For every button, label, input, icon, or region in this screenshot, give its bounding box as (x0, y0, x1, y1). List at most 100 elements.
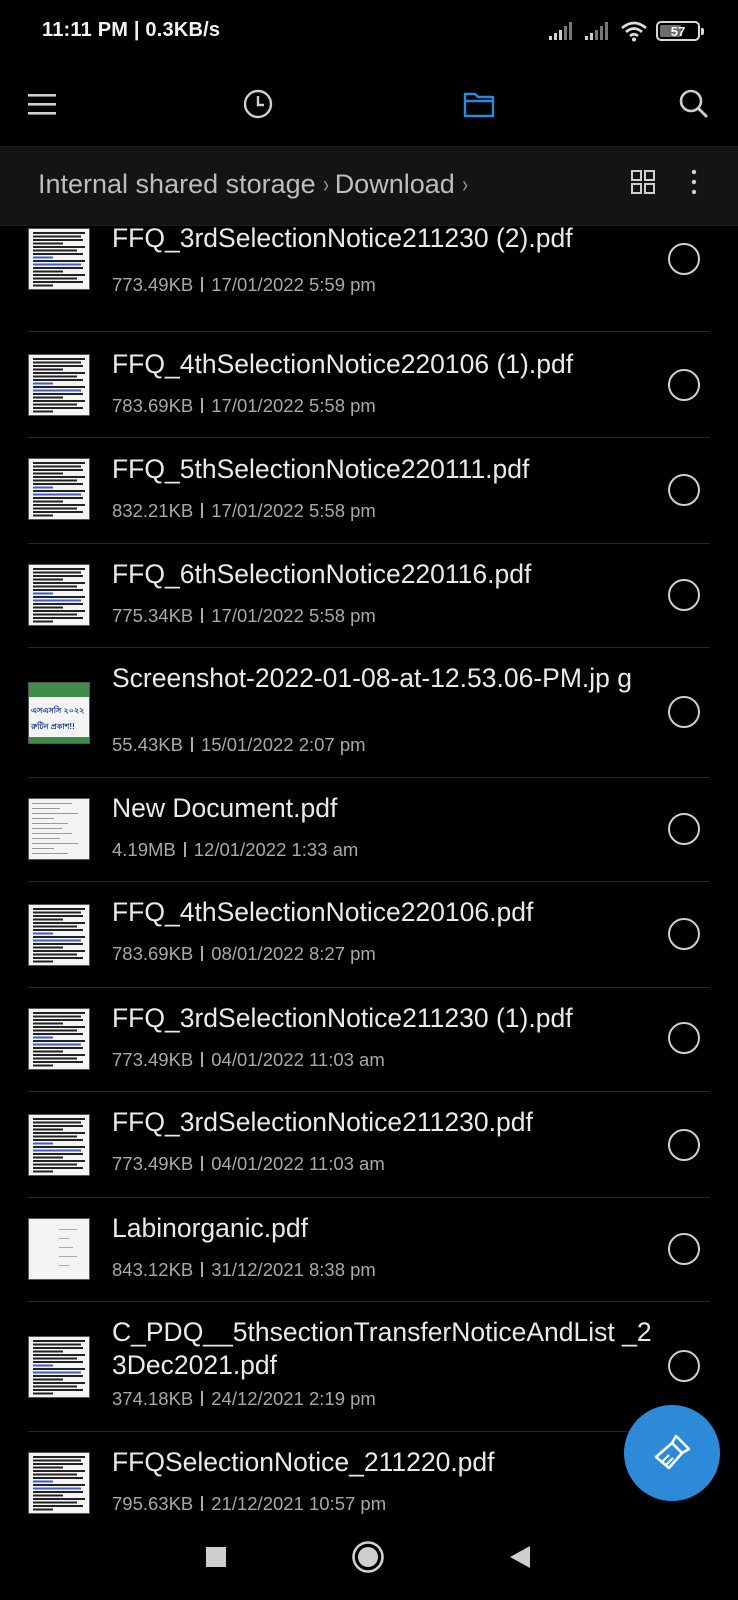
list-item[interactable]: FFQ_4thSelectionNotice220106.pdf 783.69K… (0, 882, 738, 988)
grid-view-icon[interactable] (630, 169, 656, 195)
thumbnail-line (33, 1484, 85, 1486)
thumbnail-line (33, 389, 81, 392)
list-item[interactable]: FFQ_5thSelectionNotice220111.pdf 832.21K… (0, 438, 738, 544)
file-name: C_PDQ__5thsectionTransferNoticeAndList _… (112, 1317, 652, 1380)
select-radio[interactable] (668, 1233, 700, 1265)
thumbnail-line (32, 803, 72, 804)
list-item[interactable]: FFQ_3rdSelectionNotice211230.pdf 773.49K… (0, 1092, 738, 1198)
folder-icon[interactable] (455, 80, 503, 128)
thumbnail-line (33, 281, 83, 283)
file-date: 04/01/2022 11:03 am (211, 1049, 385, 1070)
thumbnail-line (33, 1505, 83, 1507)
pdf-thumbnail (28, 904, 90, 966)
list-item[interactable]: FFQ_3rdSelectionNotice211230 (2).pdf 773… (0, 226, 738, 332)
select-radio[interactable] (668, 1350, 700, 1382)
thumbnail-line (33, 1146, 85, 1148)
thumbnail-line (32, 808, 60, 809)
more-vert-icon[interactable] (690, 169, 698, 195)
select-radio[interactable] (668, 243, 700, 275)
select-radio[interactable] (668, 813, 700, 845)
file-date: 17/01/2022 5:58 pm (211, 500, 376, 521)
battery-icon: 57 (656, 21, 704, 41)
list-item[interactable]: New Document.pdf 4.19MB 12/01/2022 1:33 a… (0, 778, 738, 882)
recent-clock-icon[interactable] (234, 80, 282, 128)
list-item[interactable]: এসএসসি ২০২২ রুটিন প্রকাশ!! Screenshot-20… (0, 648, 738, 778)
back-triangle-icon[interactable] (500, 1537, 540, 1577)
file-name: FFQ_4thSelectionNotice220106.pdf (112, 897, 534, 927)
thumbnail-line (33, 500, 63, 503)
thumbnail-line (33, 396, 63, 399)
list-item[interactable]: FFQ_4thSelectionNotice220106 (1).pdf 783… (0, 332, 738, 438)
pdf-thumbnail (28, 1336, 90, 1398)
meta-divider (201, 503, 204, 518)
thumbnail-lines (33, 568, 85, 623)
breadcrumb-item-download[interactable]: Download (335, 169, 455, 200)
file-date: 08/01/2022 8:27 pm (211, 943, 376, 964)
thumbnail-line (33, 617, 83, 619)
file-size: 374.18KB (112, 1388, 194, 1409)
meta-divider (201, 277, 204, 292)
thumbnail-line (33, 925, 77, 928)
list-item[interactable]: Labinorganic.pdf 843.12KB 31/12/2021 8:38… (0, 1198, 738, 1302)
select-radio[interactable] (668, 696, 700, 728)
thumbnail-line (33, 1121, 81, 1124)
thumbnail-line (33, 235, 81, 238)
thumbnail-line (33, 603, 83, 605)
file-meta: 795.63KB 21/12/2021 10:57 pm (112, 1493, 386, 1514)
select-radio[interactable] (668, 1022, 700, 1054)
recents-square-icon[interactable] (196, 1537, 236, 1577)
meta-divider (201, 1156, 204, 1171)
select-radio[interactable] (668, 1129, 700, 1161)
list-item[interactable]: FFQ_6thSelectionNotice220116.pdf 775.34K… (0, 544, 738, 648)
select-radio[interactable] (668, 579, 700, 611)
file-date: 21/12/2021 10:57 pm (211, 1493, 387, 1514)
thumbnail-line (33, 1128, 63, 1131)
thumbnail-line (33, 479, 77, 482)
thumbnail-line (33, 915, 83, 917)
thumbnail-line (33, 267, 83, 269)
file-name: FFQ_6thSelectionNotice220116.pdf (112, 559, 532, 589)
thumbnail-line (33, 1033, 83, 1035)
menu-icon[interactable] (18, 80, 66, 128)
thumbnail-line (33, 270, 63, 273)
thumbnail-line (33, 386, 85, 388)
thumbnail-line (33, 1022, 63, 1025)
thumbnail-line (33, 1498, 85, 1500)
list-item[interactable]: FFQ_3rdSelectionNotice211230 (1).pdf 773… (0, 988, 738, 1092)
thumbnail-line (33, 1163, 77, 1166)
thumbnail-line (33, 469, 83, 471)
file-date: 17/01/2022 5:58 pm (211, 605, 376, 626)
select-radio[interactable] (668, 918, 700, 950)
select-radio[interactable] (668, 474, 700, 506)
select-radio[interactable] (668, 369, 700, 401)
thumbnail-line (33, 582, 85, 584)
file-size: 795.63KB (112, 1493, 194, 1514)
cleaner-fab-button[interactable] (624, 1405, 720, 1501)
breadcrumb-item-internal-storage[interactable]: Internal shared storage (38, 169, 316, 200)
breadcrumb-actions (630, 169, 698, 195)
file-name: New Document.pdf (112, 793, 338, 823)
pdf-thumbnail (28, 564, 90, 626)
breadcrumb-separator: › (322, 170, 329, 198)
home-circle-icon[interactable] (348, 1537, 388, 1577)
thumbnail-line (33, 253, 83, 255)
list-item[interactable]: C_PDQ__5thsectionTransferNoticeAndList _… (0, 1302, 738, 1432)
file-size: 55.43KB (112, 734, 183, 755)
thumbnail-line (33, 932, 53, 935)
thumbnail-line (59, 1256, 77, 1257)
thumbnail-line (32, 813, 78, 814)
thumbnail-line (33, 1463, 83, 1465)
thumbnail-line (33, 1361, 83, 1363)
file-manager-screen: 11:11 PM | 0.3KB/s 57 Internal shared st… (0, 0, 738, 1600)
thumbnail-line (33, 1371, 81, 1374)
search-icon[interactable] (670, 80, 718, 128)
thumbnail-line (33, 511, 83, 513)
file-name: FFQ_3rdSelectionNotice211230 (1).pdf (112, 1003, 573, 1033)
thumbnail-line (33, 1501, 77, 1504)
thumbnail-line (33, 1385, 77, 1388)
thumbnail-line (33, 1012, 85, 1014)
thumbnail-line (33, 1466, 63, 1469)
file-name: FFQ_5thSelectionNotice220111.pdf (112, 454, 530, 484)
system-nav-bar (0, 1514, 738, 1600)
thumbnail-line (33, 365, 83, 367)
